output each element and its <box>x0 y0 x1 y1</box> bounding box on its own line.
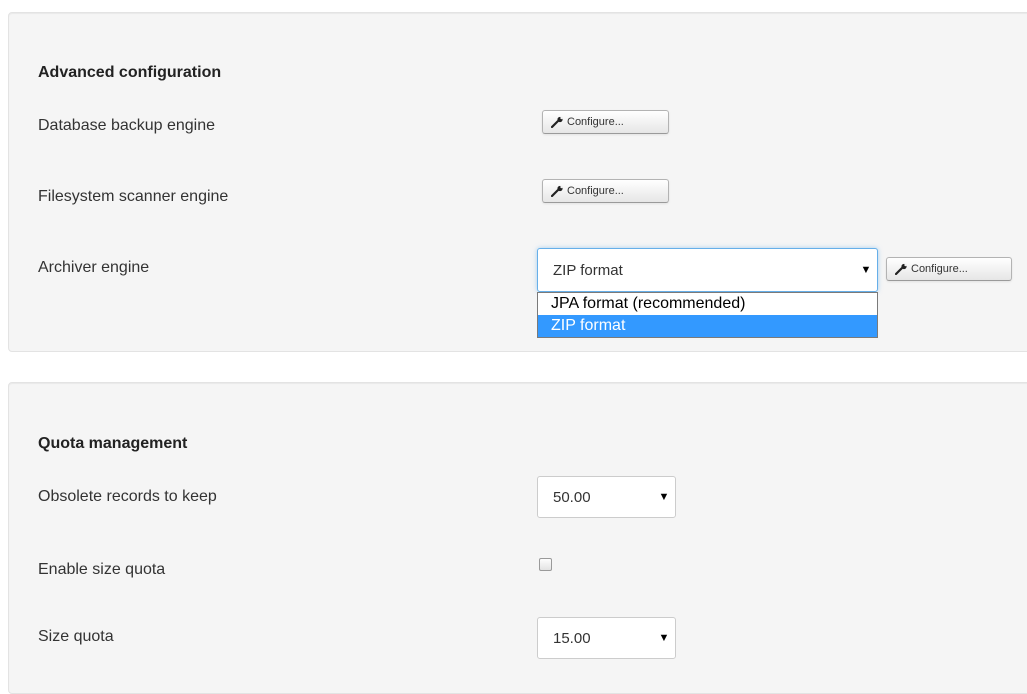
size-quota-label: Size quota <box>38 628 114 645</box>
archiver-engine-select[interactable]: ZIP format ▼ <box>537 248 878 292</box>
wrench-icon <box>895 263 909 275</box>
wrench-icon <box>551 185 565 197</box>
configure-button-label: Configure... <box>567 116 624 128</box>
triangle-down-icon: ▼ <box>658 491 670 503</box>
filesystem-scanner-configure-button[interactable]: Configure... <box>542 179 669 203</box>
obsolete-records-select[interactable]: 50.00 ▼ <box>537 476 676 518</box>
triangle-down-icon: ▼ <box>658 632 670 644</box>
archiver-engine-label: Archiver engine <box>38 259 150 276</box>
configure-button-label: Configure... <box>567 185 624 197</box>
filesystem-scanner-engine-label: Filesystem scanner engine <box>38 188 229 205</box>
dropdown-option-zip[interactable]: ZIP format <box>538 315 877 337</box>
size-quota-select[interactable]: 15.00 ▼ <box>537 617 676 659</box>
archiver-engine-select-value: ZIP format <box>553 261 623 279</box>
obsolete-records-select-value: 50.00 <box>553 488 591 506</box>
archiver-engine-dropdown-list: JPA format (recommended) ZIP format <box>537 292 878 338</box>
triangle-down-icon: ▼ <box>860 264 872 276</box>
advanced-configuration-heading: Advanced configuration <box>38 64 222 81</box>
obsolete-records-label: Obsolete records to keep <box>38 488 217 505</box>
quota-management-heading: Quota management <box>38 435 188 452</box>
dropdown-option-jpa[interactable]: JPA format (recommended) <box>538 293 877 315</box>
wrench-icon <box>551 116 565 128</box>
database-backup-configure-button[interactable]: Configure... <box>542 110 669 134</box>
enable-size-quota-checkbox[interactable] <box>539 558 552 571</box>
configure-button-label: Configure... <box>911 263 968 275</box>
archiver-engine-configure-button[interactable]: Configure... <box>886 257 1012 281</box>
database-backup-engine-label: Database backup engine <box>38 117 216 134</box>
quota-management-panel <box>8 382 1027 694</box>
enable-size-quota-label: Enable size quota <box>38 561 166 578</box>
size-quota-select-value: 15.00 <box>553 629 591 647</box>
